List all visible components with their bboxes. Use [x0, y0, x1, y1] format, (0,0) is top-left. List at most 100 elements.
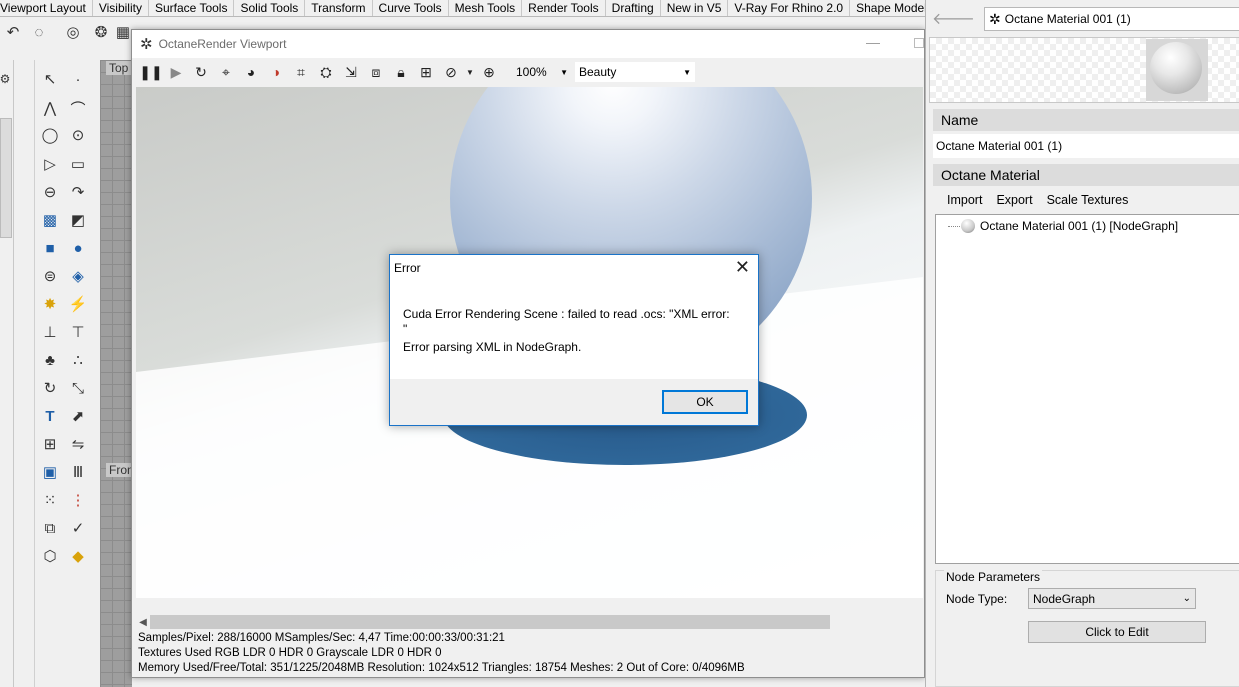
- render-pass-value: Beauty: [579, 65, 617, 79]
- polyline-icon[interactable]: ⋀: [39, 97, 61, 119]
- circle-icon[interactable]: ◯: [39, 124, 61, 146]
- scale-icon[interactable]: ⤡: [67, 377, 89, 399]
- boolean-icon[interactable]: ♣: [39, 349, 61, 371]
- material-name-field[interactable]: Octane Material 001 (1): [933, 134, 1239, 158]
- export-button[interactable]: Export: [989, 193, 1039, 207]
- chevron-down-icon: ⌄: [1182, 593, 1191, 604]
- lock-icon[interactable]: 🔒︎: [390, 61, 412, 83]
- node-type-select[interactable]: NodeGraph ⌄: [1028, 588, 1196, 609]
- focus-picker-icon[interactable]: ⌖: [215, 61, 237, 83]
- status-memory: Memory Used/Free/Total: 351/1225/2048MB …: [138, 662, 745, 674]
- viewport-label-top[interactable]: Top: [106, 61, 132, 75]
- text-icon[interactable]: T: [39, 405, 61, 427]
- dimension-icon[interactable]: Ⅲ: [67, 461, 89, 483]
- octane-title-bar[interactable]: ✲ OctaneRender Viewport —: [132, 30, 924, 58]
- rotate-icon[interactable]: ↻: [39, 377, 61, 399]
- curve-icon[interactable]: ⌒: [67, 97, 89, 119]
- ellipse-icon[interactable]: ⊙: [67, 124, 89, 146]
- maximize-button[interactable]: [914, 38, 924, 48]
- camera-icon[interactable]: ⛭: [315, 61, 337, 83]
- click-to-edit-button[interactable]: Click to Edit: [1028, 621, 1206, 643]
- arc-icon[interactable]: ↷: [67, 181, 89, 203]
- tree-item[interactable]: Octane Material 001 (1) [NodeGraph]: [948, 219, 1178, 233]
- material-preview[interactable]: [929, 37, 1239, 103]
- tab-transform[interactable]: Transform: [305, 0, 373, 16]
- fillet-icon[interactable]: ⊖: [39, 181, 61, 203]
- rectangle-icon[interactable]: ▭: [67, 153, 89, 175]
- import-button[interactable]: Import: [933, 193, 989, 207]
- left-scrollbar[interactable]: [0, 118, 12, 238]
- status-textures: Textures Used RGB LDR 0 HDR 0 Grayscale …: [138, 647, 442, 659]
- play-icon[interactable]: ▶: [165, 61, 187, 83]
- surface-icon[interactable]: ▩: [39, 209, 61, 231]
- box-icon[interactable]: ■: [39, 237, 61, 259]
- split-icon[interactable]: ⚡: [67, 293, 89, 315]
- group-icon[interactable]: ∴: [67, 349, 89, 371]
- pause-icon[interactable]: ❚❚: [139, 61, 162, 83]
- tab-curve-tools[interactable]: Curve Tools: [373, 0, 449, 16]
- cylinder-icon[interactable]: ⊜: [39, 265, 61, 287]
- scale-textures-button[interactable]: Scale Textures: [1040, 193, 1136, 207]
- trim-icon[interactable]: ⊥: [39, 321, 61, 343]
- view-mode-icon[interactable]: ⊘: [440, 61, 462, 83]
- restart-icon[interactable]: ↻: [190, 61, 212, 83]
- zoom-value: 100%: [516, 65, 547, 79]
- extend-icon[interactable]: ⊤: [67, 321, 89, 343]
- zoom-select[interactable]: 100% ▼: [513, 62, 571, 82]
- lasso-tool-icon[interactable]: ◌: [28, 21, 50, 43]
- grid-array-icon[interactable]: ⁙: [39, 489, 61, 511]
- auto-focus-icon[interactable]: ⌗: [290, 61, 312, 83]
- render-pass-select[interactable]: Beauty ▼: [575, 62, 695, 82]
- render-horizontal-scrollbar[interactable]: ◀: [136, 614, 923, 630]
- curve-tool-icon[interactable]: ↶: [2, 21, 24, 43]
- surface-edit-icon[interactable]: ◩: [67, 209, 89, 231]
- settings-icon[interactable]: ⚙: [0, 68, 16, 90]
- annotation-icon[interactable]: ⋮: [67, 489, 89, 511]
- point-icon[interactable]: ·: [67, 68, 89, 90]
- octane-logo-icon: ✲: [140, 36, 153, 53]
- material-picker-icon[interactable]: ◕: [240, 61, 262, 83]
- view-mode-dropdown-icon[interactable]: ▼: [465, 61, 475, 83]
- explode-icon[interactable]: ✸: [39, 293, 61, 315]
- back-arrow-icon[interactable]: 🡐: [932, 8, 975, 29]
- tab-surface-tools[interactable]: Surface Tools: [149, 0, 235, 16]
- ok-button[interactable]: OK: [662, 390, 748, 414]
- tab-shape-modeling[interactable]: Shape Modeling: [850, 0, 925, 16]
- save-render-icon[interactable]: ⧈: [365, 61, 387, 83]
- material-breadcrumb[interactable]: ✲ Octane Material 001 (1): [984, 7, 1239, 31]
- zoom-icon[interactable]: ⊕: [478, 61, 500, 83]
- error-dialog-title: Error: [394, 261, 421, 275]
- tab-visibility[interactable]: Visibility: [93, 0, 149, 16]
- minimize-button[interactable]: —: [866, 34, 880, 50]
- check-icon[interactable]: ✓: [67, 517, 89, 539]
- move-icon[interactable]: ⬈: [67, 405, 89, 427]
- close-icon[interactable]: ✕: [735, 257, 750, 278]
- polygon-icon[interactable]: ▷: [39, 153, 61, 175]
- spiral-tool-icon[interactable]: ◎: [62, 21, 84, 43]
- octane-toolbar: ❚❚ ▶ ↻ ⌖ ◕ ◑ ⌗ ⛭ ⇲ ⧈ 🔒︎ ⊞ ⊘ ▼ ⊕ 100% ▼ B…: [132, 58, 924, 86]
- region-icon[interactable]: ⊞: [415, 61, 437, 83]
- tab-vray[interactable]: V-Ray For Rhino 2.0: [728, 0, 851, 16]
- rhino-viewport-grid[interactable]: [100, 60, 132, 687]
- color-picker-icon[interactable]: ◑: [265, 61, 287, 83]
- rhino-tab-strip: Viewport Layout Visibility Surface Tools…: [0, 0, 925, 17]
- block-icon[interactable]: ▣: [39, 461, 61, 483]
- tab-drafting[interactable]: Drafting: [606, 0, 661, 16]
- export-render-icon[interactable]: ⇲: [340, 61, 362, 83]
- layer-icon[interactable]: ⧉: [39, 517, 61, 539]
- tab-mesh-tools[interactable]: Mesh Tools: [449, 0, 523, 16]
- scroll-left-icon[interactable]: ◀: [136, 617, 150, 628]
- sphere-tool-icon[interactable]: ●: [67, 237, 89, 259]
- tab-render-tools[interactable]: Render Tools: [522, 0, 606, 16]
- tab-solid-tools[interactable]: Solid Tools: [234, 0, 306, 16]
- material-icon[interactable]: ◆: [67, 545, 89, 567]
- mesh-icon[interactable]: ◈: [67, 265, 89, 287]
- osnap-tool-icon[interactable]: ❂: [90, 21, 112, 43]
- tab-viewport-layout[interactable]: Viewport Layout: [0, 0, 93, 16]
- select-arrow-icon[interactable]: ↖: [39, 68, 61, 90]
- mirror-icon[interactable]: ⇋: [67, 433, 89, 455]
- tab-new-in-v5[interactable]: New in V5: [661, 0, 729, 16]
- render-shape-icon[interactable]: ⬡: [39, 545, 61, 567]
- scrollbar-thumb[interactable]: [150, 615, 830, 629]
- array-icon[interactable]: ⊞: [39, 433, 61, 455]
